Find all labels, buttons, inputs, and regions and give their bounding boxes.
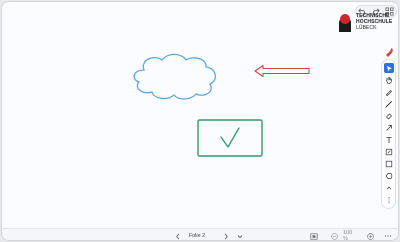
- sticky-note-icon: [385, 148, 393, 156]
- zoom-out-icon: [330, 232, 338, 240]
- chevron-left-icon: [176, 233, 180, 239]
- bottom-bar: Folie 2 100 %: [2, 228, 398, 241]
- eraser-tool[interactable]: [384, 111, 394, 121]
- app-window: TECHNISCHE HOCHSCHULE LÜBECK Folie 2 100…: [1, 1, 399, 241]
- zoom-in-icon: [366, 232, 374, 240]
- page-dropdown-button[interactable]: [236, 230, 244, 240]
- cloud-shape[interactable]: [130, 52, 218, 102]
- logo-line-3: LÜBECK: [356, 25, 377, 31]
- university-logo: TECHNISCHE HOCHSCHULE LÜBECK: [338, 13, 394, 37]
- fit-icon: [310, 232, 318, 240]
- tool-settings-button[interactable]: [383, 46, 395, 57]
- zoom-in-button[interactable]: [365, 230, 375, 240]
- page-label: Folie 2: [188, 233, 206, 239]
- hand-icon: [386, 76, 392, 84]
- prev-page-button[interactable]: [173, 230, 183, 240]
- left-arrow-shape[interactable]: [252, 64, 312, 78]
- text-tool[interactable]: [384, 135, 394, 145]
- pencil-icon: [385, 101, 392, 108]
- arrow-tool[interactable]: [384, 123, 394, 133]
- rectangle-tool[interactable]: [384, 159, 394, 169]
- text-icon: [386, 137, 392, 143]
- select-tool[interactable]: [384, 63, 394, 73]
- chevron-right-icon: [224, 233, 228, 239]
- shape-icon: [385, 173, 393, 179]
- fit-to-screen-button[interactable]: [309, 230, 319, 240]
- tool-rail: [381, 59, 396, 209]
- zoom-out-button[interactable]: [329, 230, 339, 240]
- more-options-button[interactable]: [383, 230, 393, 240]
- eraser-icon: [386, 113, 392, 120]
- next-page-button[interactable]: [221, 230, 231, 240]
- rectangle-icon: [385, 160, 393, 168]
- checkbox-shape[interactable]: [196, 118, 264, 158]
- pen-icon: [385, 90, 392, 96]
- more-horizontal-icon: [384, 235, 392, 237]
- collapse-tool[interactable]: [384, 183, 394, 193]
- logo-mark-icon: [339, 14, 351, 32]
- hand-tool[interactable]: [384, 75, 394, 85]
- chevron-up-icon: [386, 186, 392, 190]
- zoom-level: 100 %: [343, 230, 353, 241]
- pen-tool[interactable]: [384, 87, 394, 97]
- cursor-icon: [386, 65, 392, 72]
- sticky-note-tool[interactable]: [384, 147, 394, 157]
- more-tools[interactable]: [384, 195, 394, 205]
- more-vertical-icon: [388, 197, 390, 203]
- whiteboard-canvas[interactable]: TECHNISCHE HOCHSCHULE LÜBECK: [2, 2, 398, 228]
- pencil-tool[interactable]: [384, 99, 394, 109]
- chevron-down-icon: [237, 234, 243, 238]
- tool-settings-icon: [386, 47, 393, 57]
- arrow-icon: [386, 125, 392, 131]
- shape-tool[interactable]: [384, 171, 394, 181]
